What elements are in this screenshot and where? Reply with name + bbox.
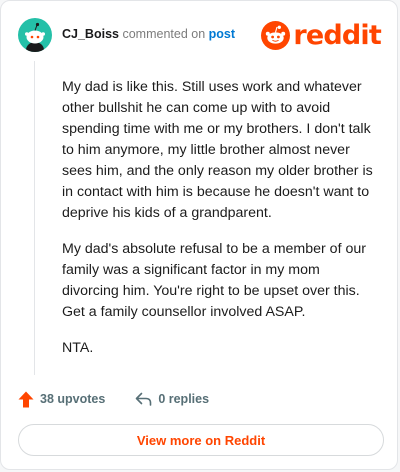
comment-card: CJ_Boiss commented on post reddit My dad… <box>0 0 398 470</box>
user-avatar[interactable] <box>18 18 52 52</box>
reply-button[interactable]: 0 replies <box>135 392 209 406</box>
reddit-logo[interactable]: reddit <box>261 19 382 51</box>
comment-header: CJ_Boiss commented on post reddit <box>18 18 382 52</box>
post-link[interactable]: post <box>209 27 235 41</box>
thread-line[interactable] <box>34 61 35 375</box>
comment-meta: CJ_Boiss commented on post <box>62 27 235 41</box>
reply-count: 0 replies <box>158 392 210 406</box>
comment-paragraph: NTA. <box>62 340 94 356</box>
comment-body: My dad is like this. Still uses work and… <box>62 77 380 374</box>
comment-paragraph: My dad's absolute refusal to be a member… <box>62 241 366 320</box>
reply-arrow-icon <box>136 392 152 406</box>
reddit-wordmark: reddit <box>293 19 381 51</box>
comment-paragraph: My dad is like this. Still uses work and… <box>62 79 373 221</box>
comment-actions: 38 upvotes 0 replies <box>18 389 209 409</box>
upvote-arrow-icon <box>18 391 34 407</box>
view-more-button[interactable]: View more on Reddit <box>18 424 384 456</box>
upvote-button[interactable]: 38 upvotes <box>18 391 105 408</box>
snoo-avatar-icon <box>25 22 45 52</box>
action-text: commented on <box>122 27 206 41</box>
reddit-snoo-icon <box>261 20 291 50</box>
upvote-count: 38 upvotes <box>40 392 106 406</box>
username-link[interactable]: CJ_Boiss <box>62 27 119 41</box>
